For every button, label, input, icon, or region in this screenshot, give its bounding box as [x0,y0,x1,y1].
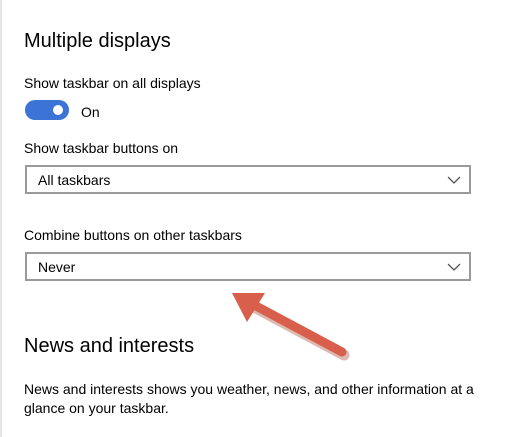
dropdown-selected-value: Never [38,259,76,275]
dropdown-selected-value: All taskbars [38,172,111,188]
show-taskbar-buttons-on-label: Show taskbar buttons on [24,140,179,156]
chevron-down-icon [447,176,461,184]
window-left-edge [0,0,2,437]
chevron-down-icon [447,263,461,271]
toggle-knob [53,105,63,115]
show-taskbar-buttons-on-dropdown[interactable]: All taskbars [25,165,471,194]
annotation-arrow [232,293,350,361]
show-taskbar-all-displays-label: Show taskbar on all displays [24,75,201,91]
show-taskbar-all-displays-toggle[interactable] [25,100,69,120]
toggle-state-text: On [81,104,100,120]
news-and-interests-description: News and interests shows you weather, ne… [24,381,474,416]
section-title-news-and-interests: News and interests [24,335,195,357]
section-title-multiple-displays: Multiple displays [24,30,171,52]
combine-buttons-dropdown[interactable]: Never [25,252,471,281]
combine-buttons-label: Combine buttons on other taskbars [24,227,242,243]
